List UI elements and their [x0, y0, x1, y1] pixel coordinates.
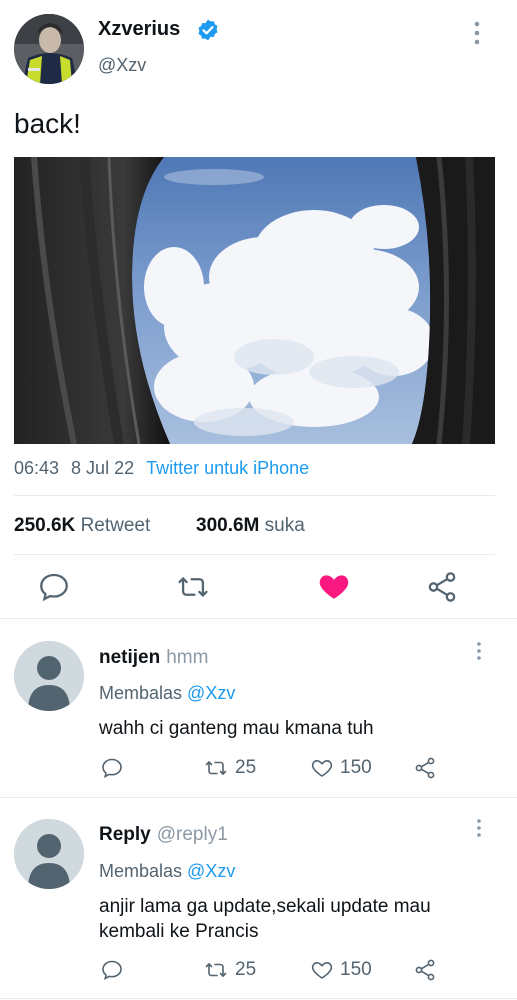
retweet-button[interactable]: 25 — [203, 958, 256, 982]
reply-retweet-count: 25 — [235, 757, 257, 778]
reply-retweet-count: 25 — [235, 959, 257, 980]
divider — [0, 998, 517, 999]
more-icon[interactable] — [468, 20, 486, 46]
reply-author[interactable]: netijen hmm — [99, 647, 208, 669]
reply-handle: @reply1 — [156, 824, 228, 845]
share-button[interactable] — [413, 958, 443, 982]
reply-icon[interactable] — [37, 570, 71, 604]
tweet-meta: 06:43 8 Jul 22 Twitter untuk iPhone — [14, 458, 309, 479]
more-icon[interactable] — [472, 818, 486, 838]
verified-badge-icon — [198, 19, 218, 41]
tweet-text: back! — [14, 108, 81, 139]
retweet-button[interactable]: 25 — [203, 756, 256, 780]
replying-to-mention[interactable]: @Xzv — [187, 683, 235, 703]
author-display-name[interactable]: Xzverius — [98, 18, 180, 41]
reply-action-bar: 25 150 — [0, 756, 517, 782]
more-icon[interactable] — [472, 641, 486, 661]
retweet-icon[interactable] — [176, 570, 210, 604]
reply-avatar[interactable] — [14, 819, 84, 889]
reply-author[interactable]: Reply @reply1 — [99, 824, 228, 846]
replying-to-label: Membalas — [99, 683, 183, 703]
divider — [0, 797, 517, 798]
heart-icon[interactable] — [317, 569, 351, 603]
reply-button[interactable] — [100, 756, 130, 780]
share-button[interactable] — [413, 756, 443, 780]
divider — [0, 618, 517, 619]
reply-display-name: netijen — [99, 647, 161, 668]
divider — [14, 495, 495, 496]
retweet-count: 250.6K — [14, 515, 76, 536]
retweet-icon — [205, 963, 227, 977]
default-avatar-icon — [14, 819, 84, 889]
heart-icon — [311, 759, 333, 777]
reply-display-name: Reply — [99, 824, 151, 845]
reply-icon — [102, 960, 122, 981]
reply-like-count: 150 — [340, 757, 372, 778]
default-avatar-icon — [14, 641, 84, 711]
divider — [14, 554, 495, 555]
reply-button[interactable] — [100, 958, 130, 982]
reply-icon — [102, 758, 122, 779]
reply-text: anjir lama ga update,sekali update mau k… — [99, 896, 431, 942]
reply-action-bar: 25 150 — [0, 958, 517, 984]
retweet-icon — [205, 761, 227, 775]
share-icon — [415, 757, 435, 779]
replying-to: Membalas @Xzv — [99, 861, 235, 882]
tweet-time: 06:43 — [14, 458, 60, 478]
reply-text: wahh ci ganteng mau kmana tuh — [99, 718, 374, 739]
tweet-photo[interactable] — [14, 157, 495, 444]
heart-icon — [311, 961, 333, 979]
like-button[interactable]: 150 — [310, 756, 372, 780]
tweet-date: 8 Jul 22 — [71, 458, 135, 478]
tweet-source[interactable]: Twitter untuk iPhone — [146, 458, 309, 478]
author-avatar[interactable] — [14, 14, 84, 84]
like-count: 300.6M — [196, 515, 260, 536]
share-icon — [415, 959, 435, 981]
retweet-stats[interactable]: 250.6K Retweet — [14, 515, 150, 537]
reply-avatar[interactable] — [14, 641, 84, 711]
reply-like-count: 150 — [340, 959, 372, 980]
share-icon[interactable] — [425, 570, 459, 604]
replying-to-mention[interactable]: @Xzv — [187, 861, 235, 881]
replying-to: Membalas @Xzv — [99, 683, 235, 704]
retweet-label: Retweet — [80, 515, 151, 536]
author-handle[interactable]: @Xzv — [98, 55, 146, 76]
reply-handle: hmm — [166, 647, 209, 668]
like-label: suka — [264, 515, 305, 536]
like-stats[interactable]: 300.6M suka — [196, 515, 305, 537]
like-button[interactable]: 150 — [310, 958, 372, 982]
replying-to-label: Membalas — [99, 861, 183, 881]
